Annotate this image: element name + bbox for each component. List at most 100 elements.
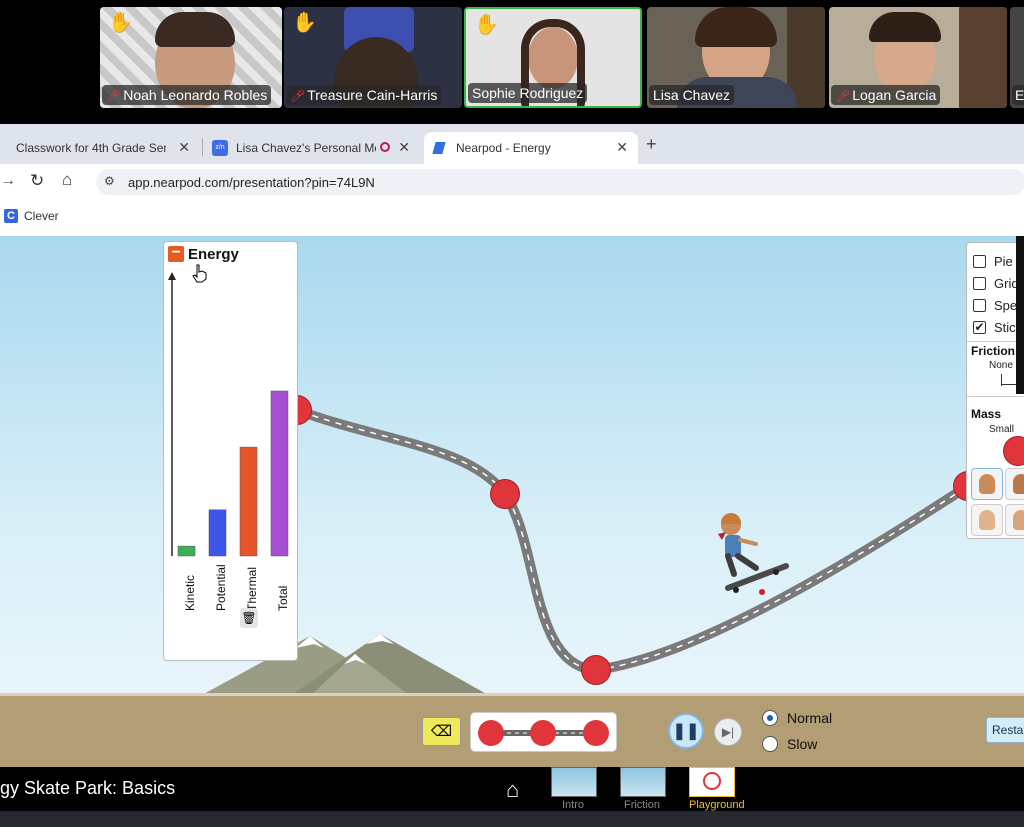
track-control-point[interactable]	[490, 479, 520, 509]
trash-icon[interactable]: 🗑	[240, 608, 258, 628]
browser-tab-active[interactable]: Nearpod - Energy ✕	[424, 132, 638, 164]
checkbox-label: Grid	[994, 276, 1019, 291]
energy-bar-label: Potential	[214, 564, 228, 611]
participant-tile[interactable]: 🎤︎ Logan Garcia	[829, 7, 1007, 108]
divider	[967, 396, 1024, 397]
forward-arrow-icon[interactable]: →	[0, 172, 16, 190]
video-background	[959, 7, 1007, 108]
home-icon[interactable]: ⌂	[506, 777, 519, 803]
screen-label: Friction	[623, 799, 661, 811]
close-tab-icon[interactable]: ✕	[616, 139, 628, 156]
intro-thumbnail	[551, 767, 597, 797]
energy-bar-potential	[208, 509, 227, 557]
skater-avatar-icon	[1013, 510, 1024, 530]
bookmark-clever[interactable]: C Clever	[4, 209, 59, 223]
skate-park-sim: − Energy Kinetic Potential Thermal Total 🗑 …	[0, 236, 1024, 767]
participant-name-label: Sophie Rodriguez	[468, 83, 588, 103]
skater-choice-4[interactable]	[1005, 504, 1024, 536]
skater[interactable]	[712, 512, 792, 602]
address-bar-row: → ↻ ⌂ ⚙ app.nearpod.com/presentation?pin…	[0, 164, 1024, 200]
participant-tile[interactable]: ✋ 🎤︎ Noah Leonardo Robles	[100, 7, 282, 108]
site-settings-icon[interactable]: ⚙	[104, 174, 115, 188]
new-tab-button[interactable]: +	[646, 134, 657, 155]
participant-name-label: E	[1012, 85, 1024, 105]
speed-option-slow[interactable]: Slow	[762, 736, 817, 752]
clever-icon: C	[4, 209, 18, 223]
screen-friction-button[interactable]: Friction	[620, 767, 666, 811]
home-icon[interactable]: ⌂	[62, 170, 72, 190]
playground-thumbnail	[689, 767, 735, 797]
checkbox-box[interactable]	[973, 277, 986, 290]
tab-title: Classwork for 4th Grade Seme	[16, 141, 166, 155]
close-tab-icon[interactable]: ✕	[178, 139, 190, 156]
skater-avatar-icon	[1013, 474, 1024, 494]
energy-bar-label: Total	[276, 585, 290, 611]
friction-value: None	[989, 360, 1013, 371]
status-bar	[0, 811, 1024, 827]
screen-intro-button[interactable]: Intro	[551, 767, 597, 811]
sim-navigation-bar: gy Skate Park: Basics ⌂ Intro Friction P…	[0, 767, 1024, 811]
window-edge	[1016, 236, 1024, 394]
checkbox-box[interactable]	[973, 255, 986, 268]
track-piece-icon[interactable]	[471, 713, 616, 751]
participant-tile[interactable]: ✋ 🎤︎ Treasure Cain-Harris	[284, 7, 462, 108]
participant-hair	[695, 7, 777, 47]
browser-tab[interactable]: z/n Lisa Chavez's Personal Me ✕	[206, 132, 420, 164]
radio-selected[interactable]	[762, 710, 778, 726]
tab-title: Nearpod - Energy	[456, 141, 551, 155]
checkbox-box[interactable]	[973, 299, 986, 312]
checkbox-stick-to-track[interactable]: ✔ Stick	[973, 320, 1022, 335]
skater-avatar-icon	[979, 474, 995, 494]
raised-hand-icon: ✋	[474, 14, 499, 36]
step-forward-button[interactable]: ▶︎|	[714, 718, 742, 746]
url-text: app.nearpod.com/presentation?pin=74L9N	[128, 175, 375, 190]
bookmarks-bar: C Clever	[0, 200, 1024, 237]
energy-bar-labels: Kinetic Potential Thermal Total	[164, 559, 297, 619]
screen-label: Playground	[689, 799, 745, 811]
energy-bar-label: Thermal	[245, 566, 259, 611]
pause-button[interactable]: ❚❚	[668, 713, 704, 749]
radio-label: Slow	[787, 736, 818, 752]
radio-label: Normal	[787, 710, 833, 726]
track-control-point[interactable]	[581, 655, 611, 685]
restart-button[interactable]: Resta	[986, 717, 1024, 743]
tab-divider	[202, 138, 203, 156]
track-pieces-toolbox[interactable]	[470, 712, 617, 752]
screen-label: Intro	[561, 799, 584, 811]
energy-bar-kinetic	[177, 545, 196, 557]
skater-choice-2[interactable]	[1005, 468, 1024, 500]
mass-value: Small	[989, 424, 1015, 435]
close-tab-icon[interactable]: ✕	[398, 139, 410, 156]
participant-hair	[155, 12, 235, 47]
mass-title: Mass	[971, 407, 1002, 421]
skater-choice-1[interactable]	[971, 468, 1003, 500]
eraser-button[interactable]: ⌫	[422, 717, 461, 746]
participant-tile[interactable]: Lisa Chavez	[647, 7, 825, 108]
participant-tile[interactable]: E	[1010, 7, 1024, 108]
muted-mic-icon: 🎤︎	[106, 89, 122, 103]
skater-choice-3[interactable]	[971, 504, 1003, 536]
participant-hair	[869, 12, 941, 42]
tab-title: Lisa Chavez's Personal Me	[236, 141, 376, 155]
screen-playground-button[interactable]: Playground	[689, 767, 745, 811]
reload-icon[interactable]: ↻	[30, 171, 44, 191]
speed-option-normal[interactable]: Normal	[762, 710, 832, 726]
muted-mic-icon: 🎤︎	[290, 89, 306, 103]
participant-name-label: Lisa Chavez	[649, 85, 735, 105]
friction-thumbnail	[620, 767, 666, 797]
radio-unselected[interactable]	[762, 736, 778, 752]
checkbox-grid[interactable]: Grid	[973, 276, 1019, 291]
browser-tab-bar: Classwork for 4th Grade Seme ✕ z/n Lisa …	[0, 124, 1024, 164]
energy-bar-chart	[168, 272, 289, 557]
participant-name-label: 🎤︎ Noah Leonardo Robles	[102, 85, 272, 105]
sim-title: gy Skate Park: Basics	[0, 778, 176, 798]
checkmark-icon[interactable]: ✔	[973, 321, 986, 334]
skater-avatar-icon	[979, 510, 995, 530]
browser-tab[interactable]: Classwork for 4th Grade Seme ✕	[0, 132, 200, 164]
raised-hand-icon: ✋	[108, 12, 133, 34]
collapse-panel-button[interactable]: −	[168, 245, 184, 262]
url-field[interactable]: ⚙ app.nearpod.com/presentation?pin=74L9N	[96, 169, 1024, 195]
participant-tile-speaking[interactable]: ✋ Sophie Rodriguez	[464, 7, 642, 108]
raised-hand-icon: ✋	[292, 12, 317, 34]
nearpod-favicon-icon	[432, 142, 446, 154]
